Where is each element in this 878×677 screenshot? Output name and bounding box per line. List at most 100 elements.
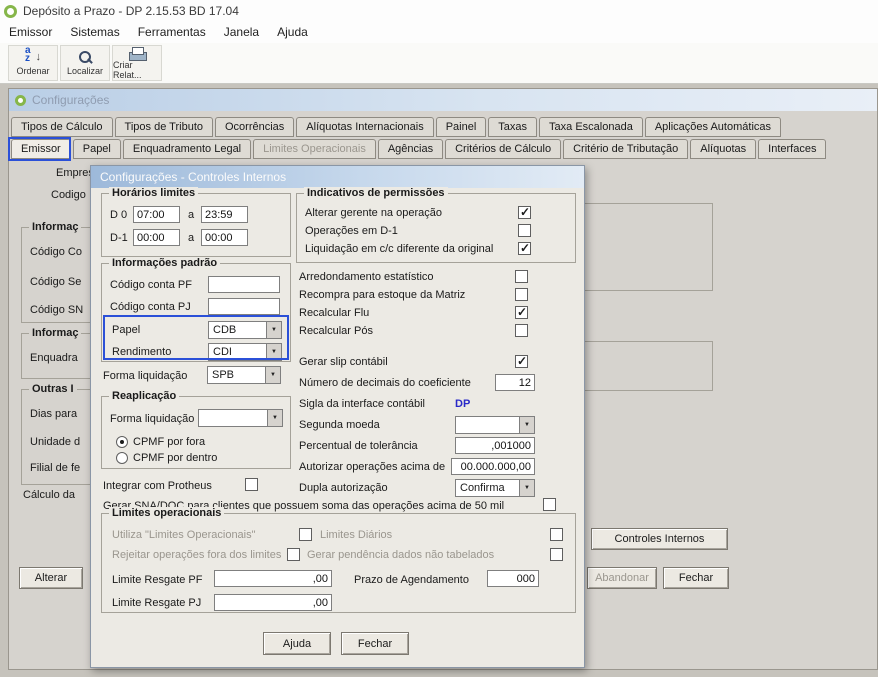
- chevron-down-icon[interactable]: ▼: [519, 480, 534, 496]
- group-reaplicacao: Reaplicação Forma liquidação ▼ CPMF por …: [101, 396, 291, 469]
- rendimento-value: CDI: [213, 346, 232, 358]
- chevron-down-icon[interactable]: ▼: [266, 322, 281, 338]
- recompra-checkbox[interactable]: [515, 288, 528, 301]
- tab-emissor[interactable]: Emissor: [11, 139, 71, 159]
- limite-resgate-pj-input[interactable]: [214, 594, 332, 611]
- tab-painel[interactable]: Painel: [436, 117, 487, 137]
- chevron-down-icon[interactable]: ▼: [267, 410, 282, 426]
- criar-relatorio-button[interactable]: Criar Relat...: [112, 45, 162, 81]
- autorizar-acima-input[interactable]: [451, 458, 535, 475]
- ordenar-button[interactable]: az↓ Ordenar: [8, 45, 58, 81]
- menu-emissor[interactable]: Emissor: [0, 22, 61, 43]
- menu-ajuda[interactable]: Ajuda: [268, 22, 317, 43]
- forma-liquidacao-combobox[interactable]: SPB ▼: [207, 366, 281, 384]
- app-window: Depósito a Prazo - DP 2.15.53 BD 17.04 E…: [0, 0, 878, 677]
- gerar-slip-label: Gerar slip contábil: [299, 356, 388, 369]
- tab-enquadramento-legal[interactable]: Enquadramento Legal: [123, 139, 251, 159]
- recompra-label: Recompra para estoque da Matriz: [299, 289, 465, 302]
- codigo-conta-pf-input[interactable]: [208, 276, 280, 293]
- tab-row-2: Emissor Papel Enquadramento Legal Limite…: [11, 139, 826, 159]
- tab-criterio-de-tributacao[interactable]: Critério de Tributação: [563, 139, 688, 159]
- d1-from-input[interactable]: [133, 229, 180, 246]
- papel-value: CDB: [213, 324, 236, 336]
- integrar-protheus-label: Integrar com Protheus: [103, 480, 212, 493]
- tab-agencias[interactable]: Agências: [378, 139, 443, 159]
- tab-tipos-de-tributo[interactable]: Tipos de Tributo: [115, 117, 213, 137]
- tab-papel[interactable]: Papel: [73, 139, 121, 159]
- tab-taxas[interactable]: Taxas: [488, 117, 537, 137]
- codigo-se-label: Código Se: [30, 276, 81, 289]
- percentual-tolerancia-input[interactable]: [455, 437, 535, 454]
- d0-sep-label: a: [188, 209, 194, 222]
- menu-ferramentas[interactable]: Ferramentas: [129, 22, 215, 43]
- recalcular-pos-checkbox[interactable]: [515, 324, 528, 337]
- tab-aplicacoes-automaticas[interactable]: Aplicações Automáticas: [645, 117, 781, 137]
- reaplicacao-legend: Reaplicação: [109, 390, 179, 402]
- d0-to-input[interactable]: [201, 206, 248, 223]
- fechar-button[interactable]: Fechar: [663, 567, 729, 589]
- gerar-pendencia-label: Gerar pendência dados não tabelados: [307, 549, 494, 562]
- menu-sistemas[interactable]: Sistemas: [61, 22, 128, 43]
- tab-aliquotas-internacionais[interactable]: Alíquotas Internacionais: [296, 117, 433, 137]
- utiliza-limites-label: Utiliza "Limites Operacionais": [112, 529, 256, 542]
- chevron-down-icon[interactable]: ▼: [266, 344, 281, 360]
- tab-row-1: Tipos de Cálculo Tipos de Tributo Ocorrê…: [11, 117, 781, 137]
- limites-diarios-label: Limites Diários: [320, 529, 392, 542]
- dialog-fechar-button[interactable]: Fechar: [341, 632, 409, 655]
- tab-interfaces[interactable]: Interfaces: [758, 139, 826, 159]
- tab-criterios-de-calculo[interactable]: Critérios de Cálculo: [445, 139, 561, 159]
- reaplicacao-forma-combobox[interactable]: ▼: [198, 409, 283, 427]
- app-titlebar: Depósito a Prazo - DP 2.15.53 BD 17.04: [0, 0, 878, 22]
- cpmf-por-dentro-radio[interactable]: [116, 452, 128, 464]
- papel-combobox[interactable]: CDB ▼: [208, 321, 282, 339]
- operacoes-d1-checkbox[interactable]: [518, 224, 531, 237]
- arredondamento-checkbox[interactable]: [515, 270, 528, 283]
- codigo-conta-pj-input[interactable]: [208, 298, 280, 315]
- chevron-down-icon[interactable]: ▼: [265, 367, 280, 383]
- d0-from-input[interactable]: [133, 206, 180, 223]
- segunda-moeda-combobox[interactable]: ▼: [455, 416, 535, 434]
- dialog-title: Configurações - Controles Internos: [100, 170, 286, 184]
- d0-label: D 0: [110, 209, 127, 222]
- prazo-agendamento-label: Prazo de Agendamento: [354, 574, 469, 587]
- localizar-button[interactable]: Localizar: [60, 45, 110, 81]
- configuracoes-titlebar[interactable]: Configurações: [9, 89, 877, 111]
- calculo-label: Cálculo da: [23, 489, 75, 502]
- alterar-button[interactable]: Alterar: [19, 567, 83, 589]
- autorizar-acima-label: Autorizar operações acima de: [299, 461, 445, 474]
- liquidacao-cc-checkbox[interactable]: [518, 242, 531, 255]
- d1-to-input[interactable]: [201, 229, 248, 246]
- segunda-moeda-label: Segunda moeda: [299, 419, 380, 432]
- limite-resgate-pf-input[interactable]: [214, 570, 332, 587]
- chevron-down-icon[interactable]: ▼: [519, 417, 534, 433]
- decimais-input[interactable]: [495, 374, 535, 391]
- liquidacao-cc-label: Liquidação em c/c diferente da original: [305, 243, 493, 256]
- sort-az-icon: az↓: [24, 50, 42, 65]
- gerar-pendencia-checkbox: [550, 548, 563, 561]
- menu-janela[interactable]: Janela: [215, 22, 268, 43]
- tab-taxa-escalonada[interactable]: Taxa Escalonada: [539, 117, 643, 137]
- horarios-legend: Horários limites: [109, 187, 198, 199]
- integrar-protheus-checkbox[interactable]: [245, 478, 258, 491]
- dupla-autorizacao-combobox[interactable]: Confirma ▼: [455, 479, 535, 497]
- recalcular-flu-checkbox[interactable]: [515, 306, 528, 319]
- codigo-conta-pj-label: Código conta PJ: [110, 301, 191, 314]
- reaplicacao-forma-label: Forma liquidação: [110, 413, 194, 426]
- controles-internos-button[interactable]: Controles Internos: [591, 528, 728, 550]
- tab-aliquotas[interactable]: Alíquotas: [690, 139, 756, 159]
- cpmf-por-fora-radio[interactable]: [116, 436, 128, 448]
- group-outras-legend: Outras I: [29, 383, 77, 395]
- limites-legend: Limites operacionais: [109, 507, 224, 519]
- rendimento-combobox[interactable]: CDI ▼: [208, 343, 282, 361]
- limite-resgate-pf-label: Limite Resgate PF: [112, 574, 202, 587]
- tab-ocorrencias[interactable]: Ocorrências: [215, 117, 294, 137]
- alterar-gerente-checkbox[interactable]: [518, 206, 531, 219]
- gerar-slip-checkbox[interactable]: [515, 355, 528, 368]
- tab-tipos-de-calculo[interactable]: Tipos de Cálculo: [11, 117, 113, 137]
- codigo-sn-label: Código SN: [30, 304, 83, 317]
- filial-label: Filial de fe: [30, 462, 80, 475]
- ajuda-button[interactable]: Ajuda: [263, 632, 331, 655]
- dialog-titlebar[interactable]: Configurações - Controles Internos: [91, 166, 584, 188]
- prazo-agendamento-input[interactable]: [487, 570, 539, 587]
- gerar-sna-checkbox[interactable]: [543, 498, 556, 511]
